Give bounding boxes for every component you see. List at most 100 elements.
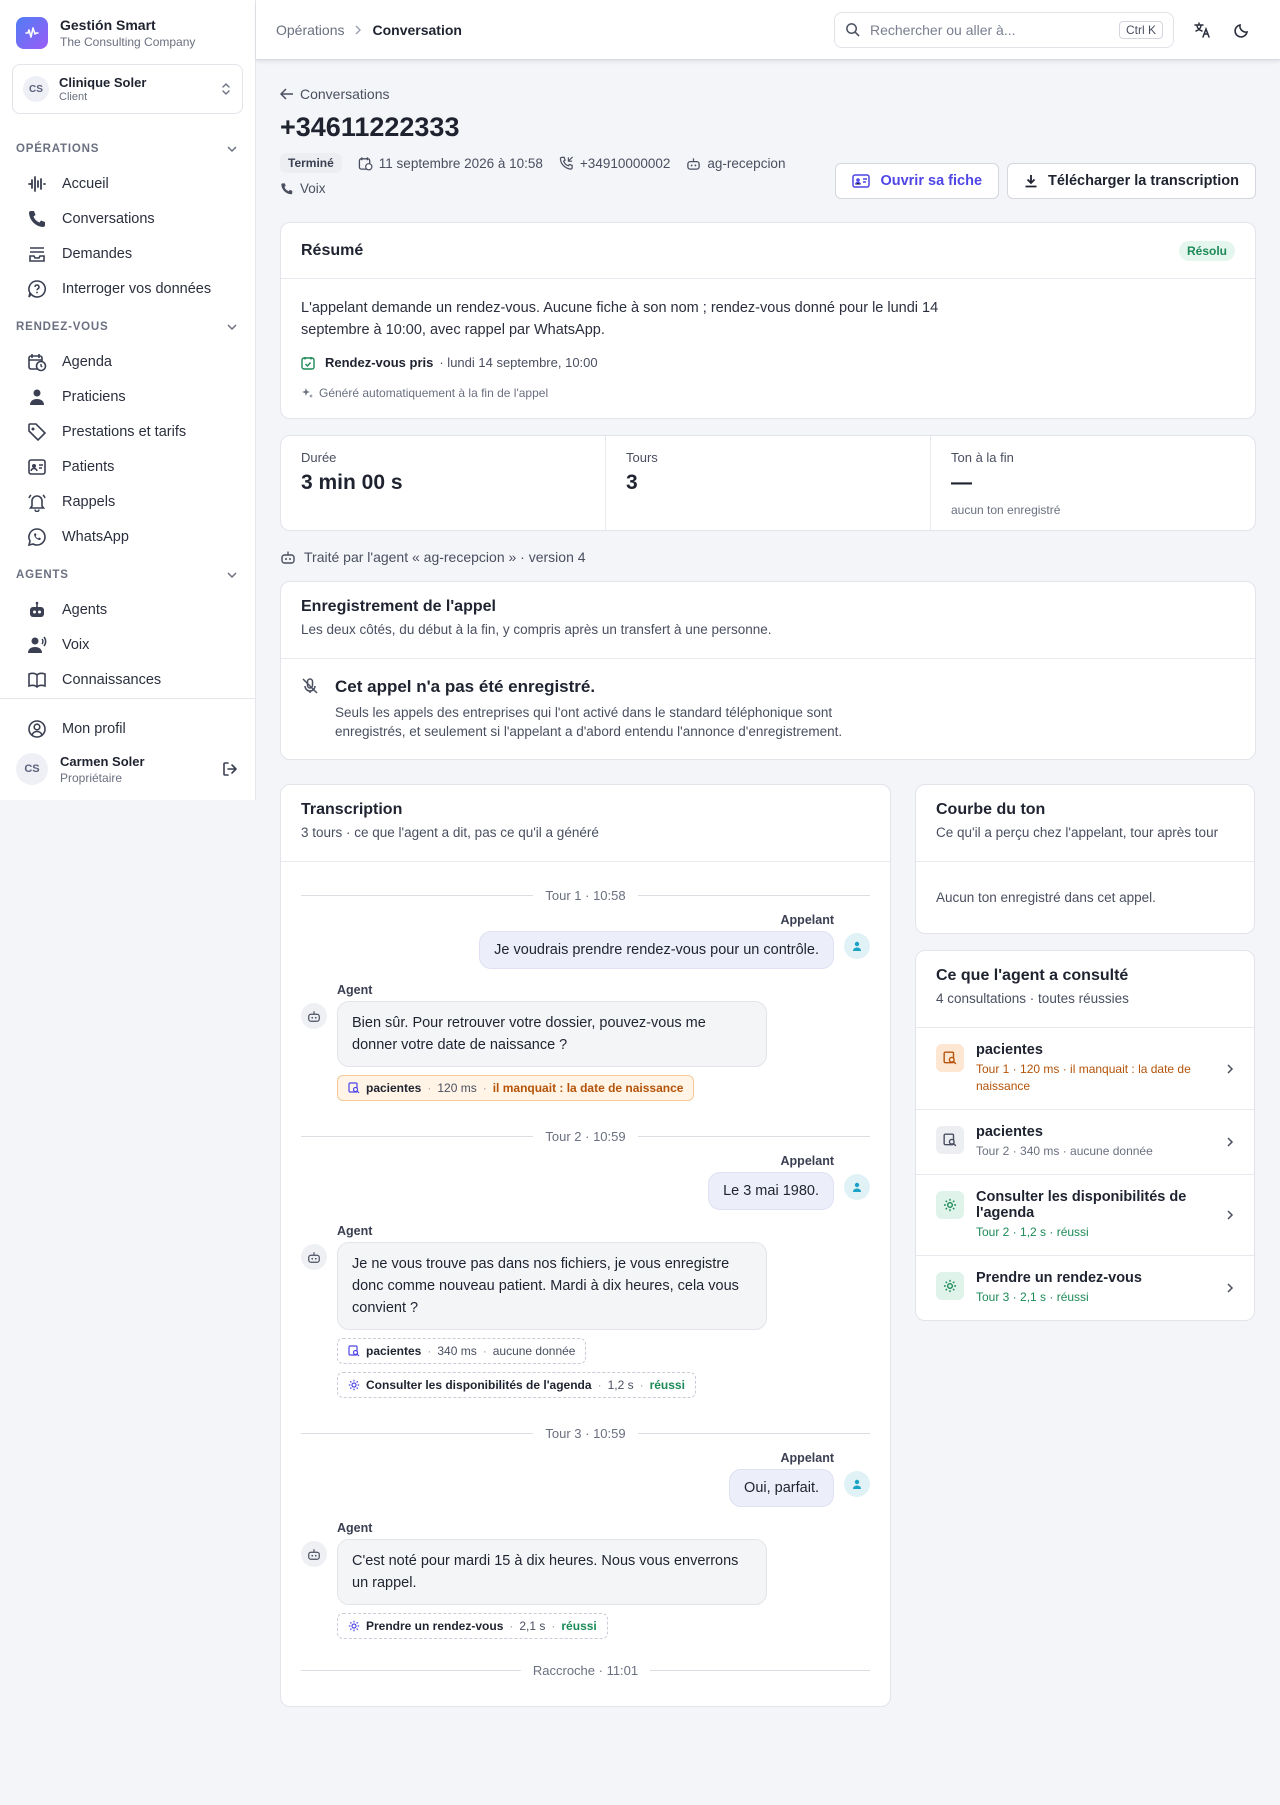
search-input[interactable]: Rechercher ou aller à... Ctrl K <box>834 11 1174 48</box>
consulted-item[interactable]: Prendre un rendez-vous Tour 3 · 2,1 s · … <box>916 1256 1254 1320</box>
consulted-item[interactable]: Consulter les disponibilités de l'agenda… <box>916 1175 1254 1256</box>
chevron-right-icon <box>1226 1063 1234 1075</box>
summary-card: Résumé Résolu L'appelant demande un rend… <box>280 222 1256 419</box>
caller-avatar-icon <box>844 1471 870 1497</box>
chevron-right-icon <box>1226 1136 1234 1148</box>
search-record-icon <box>348 1082 360 1094</box>
tool-call-chip[interactable]: pacientes · 340 ms · aucune donnée <box>337 1338 587 1364</box>
sidebar-item-connaissances[interactable]: Connaissances <box>0 662 255 697</box>
search-record-icon <box>936 1044 964 1072</box>
user-circle-icon <box>26 718 48 740</box>
sidebar-item-label: Connaissances <box>62 671 162 688</box>
brand-logo-icon <box>16 17 48 49</box>
sidebar-item-accueil[interactable]: Accueil <box>0 166 255 201</box>
shortcut-hint: Ctrl K <box>1119 20 1163 39</box>
sidebar-item-label: Interroger vos données <box>62 280 212 297</box>
consulted-item[interactable]: pacientes Tour 1 · 120 ms · il manquait … <box>916 1028 1254 1110</box>
sidebar-item-label: Voix <box>62 636 90 653</box>
chevron-down-icon <box>227 572 237 579</box>
nav-section-operations[interactable]: OPÉRATIONS <box>0 138 255 160</box>
consulted-card: Ce que l'agent a consulté 4 consultation… <box>915 950 1255 1321</box>
sidebar-item-prestations[interactable]: Prestations et tarifs <box>0 414 255 449</box>
tenant-role: Client <box>59 91 88 103</box>
turn-label: Tour 3 · 10:59 <box>545 1426 626 1441</box>
resolution-badge: Résolu <box>1178 240 1235 261</box>
chevron-down-icon <box>227 324 237 331</box>
breadcrumb-parent[interactable]: Opérations <box>276 22 344 38</box>
brand-company: The Consulting Company <box>60 35 196 49</box>
meta-agent-text: ag-recepcion <box>707 155 786 171</box>
sidebar-item-label: Agenda <box>62 353 112 370</box>
download-transcript-label: Télécharger la transcription <box>1048 173 1239 189</box>
sidebar-item-agents[interactable]: Agents <box>0 592 255 627</box>
stat-value: 3 min 00 s <box>301 471 403 494</box>
recording-subtitle: Les deux côtés, du début à la fin, y com… <box>301 622 772 637</box>
bell-icon <box>26 491 48 513</box>
stat-duration: Durée 3 min 00 s <box>281 436 606 530</box>
download-transcript-button[interactable]: Télécharger la transcription <box>1007 163 1256 199</box>
stat-tone: Ton à la fin — aucun ton enregistré <box>931 436 1255 530</box>
sidebar-item-agenda[interactable]: Agenda <box>0 344 255 379</box>
tool-call-chip[interactable]: pacientes · 120 ms · il manquait : la date… <box>337 1075 695 1101</box>
back-link[interactable]: Conversations <box>280 86 1256 102</box>
tenant-switcher[interactable]: CS Clinique Soler Client <box>12 64 243 114</box>
consulted-item-sub: Tour 2 · 340 ms · aucune donnée <box>976 1144 1153 1158</box>
consulted-item-title: Prendre un rendez-vous <box>976 1270 1142 1286</box>
appointment-label: Rendez-vous pris <box>325 355 434 370</box>
agent-avatar-icon <box>301 1244 327 1270</box>
turn-label: Tour 1 · 10:58 <box>545 888 626 903</box>
call-end-separator: Raccroche · 11:01 <box>301 1663 871 1678</box>
tool-result: il manquait : la date de naissance <box>492 1081 684 1095</box>
turn-separator: Tour 3 · 10:59 <box>301 1426 870 1441</box>
tool-call-chip[interactable]: Consulter les disponibilités de l'agenda… <box>337 1372 696 1398</box>
sidebar-item-interroger[interactable]: Interroger vos données <box>0 271 255 306</box>
consulted-item-sub: Tour 1 · 120 ms · il manquait : la date … <box>976 1062 1191 1093</box>
chevron-up-down-icon <box>220 81 232 97</box>
open-record-button[interactable]: Ouvrir sa fiche <box>835 163 1000 199</box>
caller-avatar-icon <box>844 933 870 959</box>
id-card-icon <box>26 456 48 478</box>
sidebar-item-rappels[interactable]: Rappels <box>0 484 255 519</box>
nav-section-rendez-vous[interactable]: RENDEZ-VOUS <box>0 316 255 338</box>
sidebar-item-demandes[interactable]: Demandes <box>0 236 255 271</box>
agent-line: Traité par l'agent « ag-recepcion » · ve… <box>280 549 1256 565</box>
moon-icon[interactable] <box>1224 12 1260 48</box>
mic-off-icon <box>301 677 319 741</box>
sidebar-item-conversations[interactable]: Conversations <box>0 201 255 236</box>
calendar-clock-icon <box>26 351 48 373</box>
consulted-item[interactable]: pacientes Tour 2 · 340 ms · aucune donné… <box>916 1110 1254 1175</box>
chevron-right-icon <box>1226 1282 1234 1294</box>
caller-bubble: Oui, parfait. <box>729 1469 834 1507</box>
caller-label: Appelant <box>780 1154 834 1168</box>
caller-message: Le 3 mai 1980. <box>301 1172 870 1210</box>
sidebar-footer: Mon profil CS Carmen Soler Propriétaire <box>0 698 255 800</box>
tool-call-chip[interactable]: Prendre un rendez-vous · 2,1 s · réussi <box>337 1613 608 1639</box>
sidebar-item-praticiens[interactable]: Praticiens <box>0 379 255 414</box>
stat-label: Tours <box>626 450 658 465</box>
topbar: Opérations Conversation Rechercher ou al… <box>256 0 1280 60</box>
brand-name: Gestión Smart <box>60 17 156 33</box>
sidebar-item-patients[interactable]: Patients <box>0 449 255 484</box>
caller-bubble: Je voudrais prendre rendez-vous pour un … <box>479 931 834 969</box>
consulted-item-title: pacientes <box>976 1124 1043 1140</box>
tool-time: 1,2 s <box>607 1378 634 1392</box>
sidebar-item-voix[interactable]: Voix <box>0 627 255 662</box>
brand[interactable]: Gestión Smart The Consulting Company <box>0 0 255 50</box>
tool-name: Consulter les disponibilités de l'agenda <box>366 1378 592 1392</box>
call-end-label: Raccroche · 11:01 <box>532 1663 639 1678</box>
sidebar-item-whatsapp[interactable]: WhatsApp <box>0 519 255 554</box>
tool-name: Prendre un rendez-vous <box>366 1619 504 1633</box>
gear-icon <box>348 1379 360 1391</box>
generated-note-text: Généré automatiquement à la fin de l'app… <box>319 386 549 400</box>
phone-icon <box>281 182 293 194</box>
user-role: Propriétaire <box>60 770 123 785</box>
profile-link[interactable]: Mon profil <box>0 711 255 746</box>
sparkle-icon <box>302 388 313 398</box>
nav-section-agents[interactable]: AGENTS <box>0 564 255 586</box>
logout-icon[interactable] <box>221 760 239 778</box>
translate-icon[interactable] <box>1184 12 1220 48</box>
agent-line-text: Traité par l'agent « ag-recepcion » · ve… <box>304 549 586 565</box>
turn-separator: Tour 2 · 10:59 <box>301 1129 870 1144</box>
waveform-icon <box>26 173 48 195</box>
summary-text: L'appelant demande un rendez-vous. Aucun… <box>301 300 939 338</box>
